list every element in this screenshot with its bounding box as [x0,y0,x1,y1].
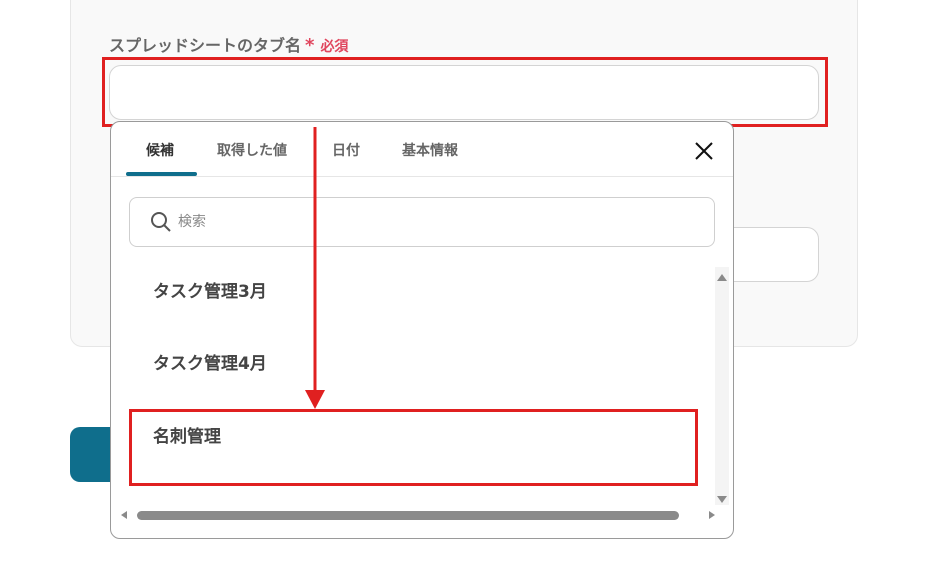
tab-candidates[interactable]: 候補 [146,140,174,160]
field-label-text: スプレッドシートのタブ名 [109,36,302,55]
search-icon [151,212,171,232]
scroll-up-icon[interactable] [717,274,727,281]
field-label: スプレッドシートのタブ名 * 必須 [109,32,348,56]
tab-acquired-values[interactable]: 取得した値 [217,140,287,160]
vertical-scrollbar[interactable] [715,267,729,505]
horizontal-scrollbar[interactable] [117,508,715,522]
scroll-left-icon[interactable] [121,511,127,519]
active-tab-indicator [126,172,197,176]
tab-basic-info[interactable]: 基本情報 [402,140,458,160]
annotation-highlight-input [102,57,828,127]
search-box [129,197,715,247]
list-item[interactable]: タスク管理4月 [153,349,267,374]
scroll-right-icon[interactable] [709,511,715,519]
search-input[interactable] [178,208,698,236]
suggestion-popup: 候補 取得した値 日付 基本情報 タスク管理3月 タスク管理4月 名刺管理 [110,121,734,539]
close-icon[interactable] [693,140,715,162]
scrollbar-thumb[interactable] [137,511,679,520]
list-item[interactable]: タスク管理3月 [153,277,267,302]
popup-tabs: 候補 取得した値 日付 基本情報 [111,122,733,177]
required-text: 必須 [320,39,349,55]
annotation-highlight-item [129,409,698,486]
tab-date[interactable]: 日付 [332,140,360,160]
required-star: * [305,35,315,56]
scroll-down-icon[interactable] [717,496,727,503]
